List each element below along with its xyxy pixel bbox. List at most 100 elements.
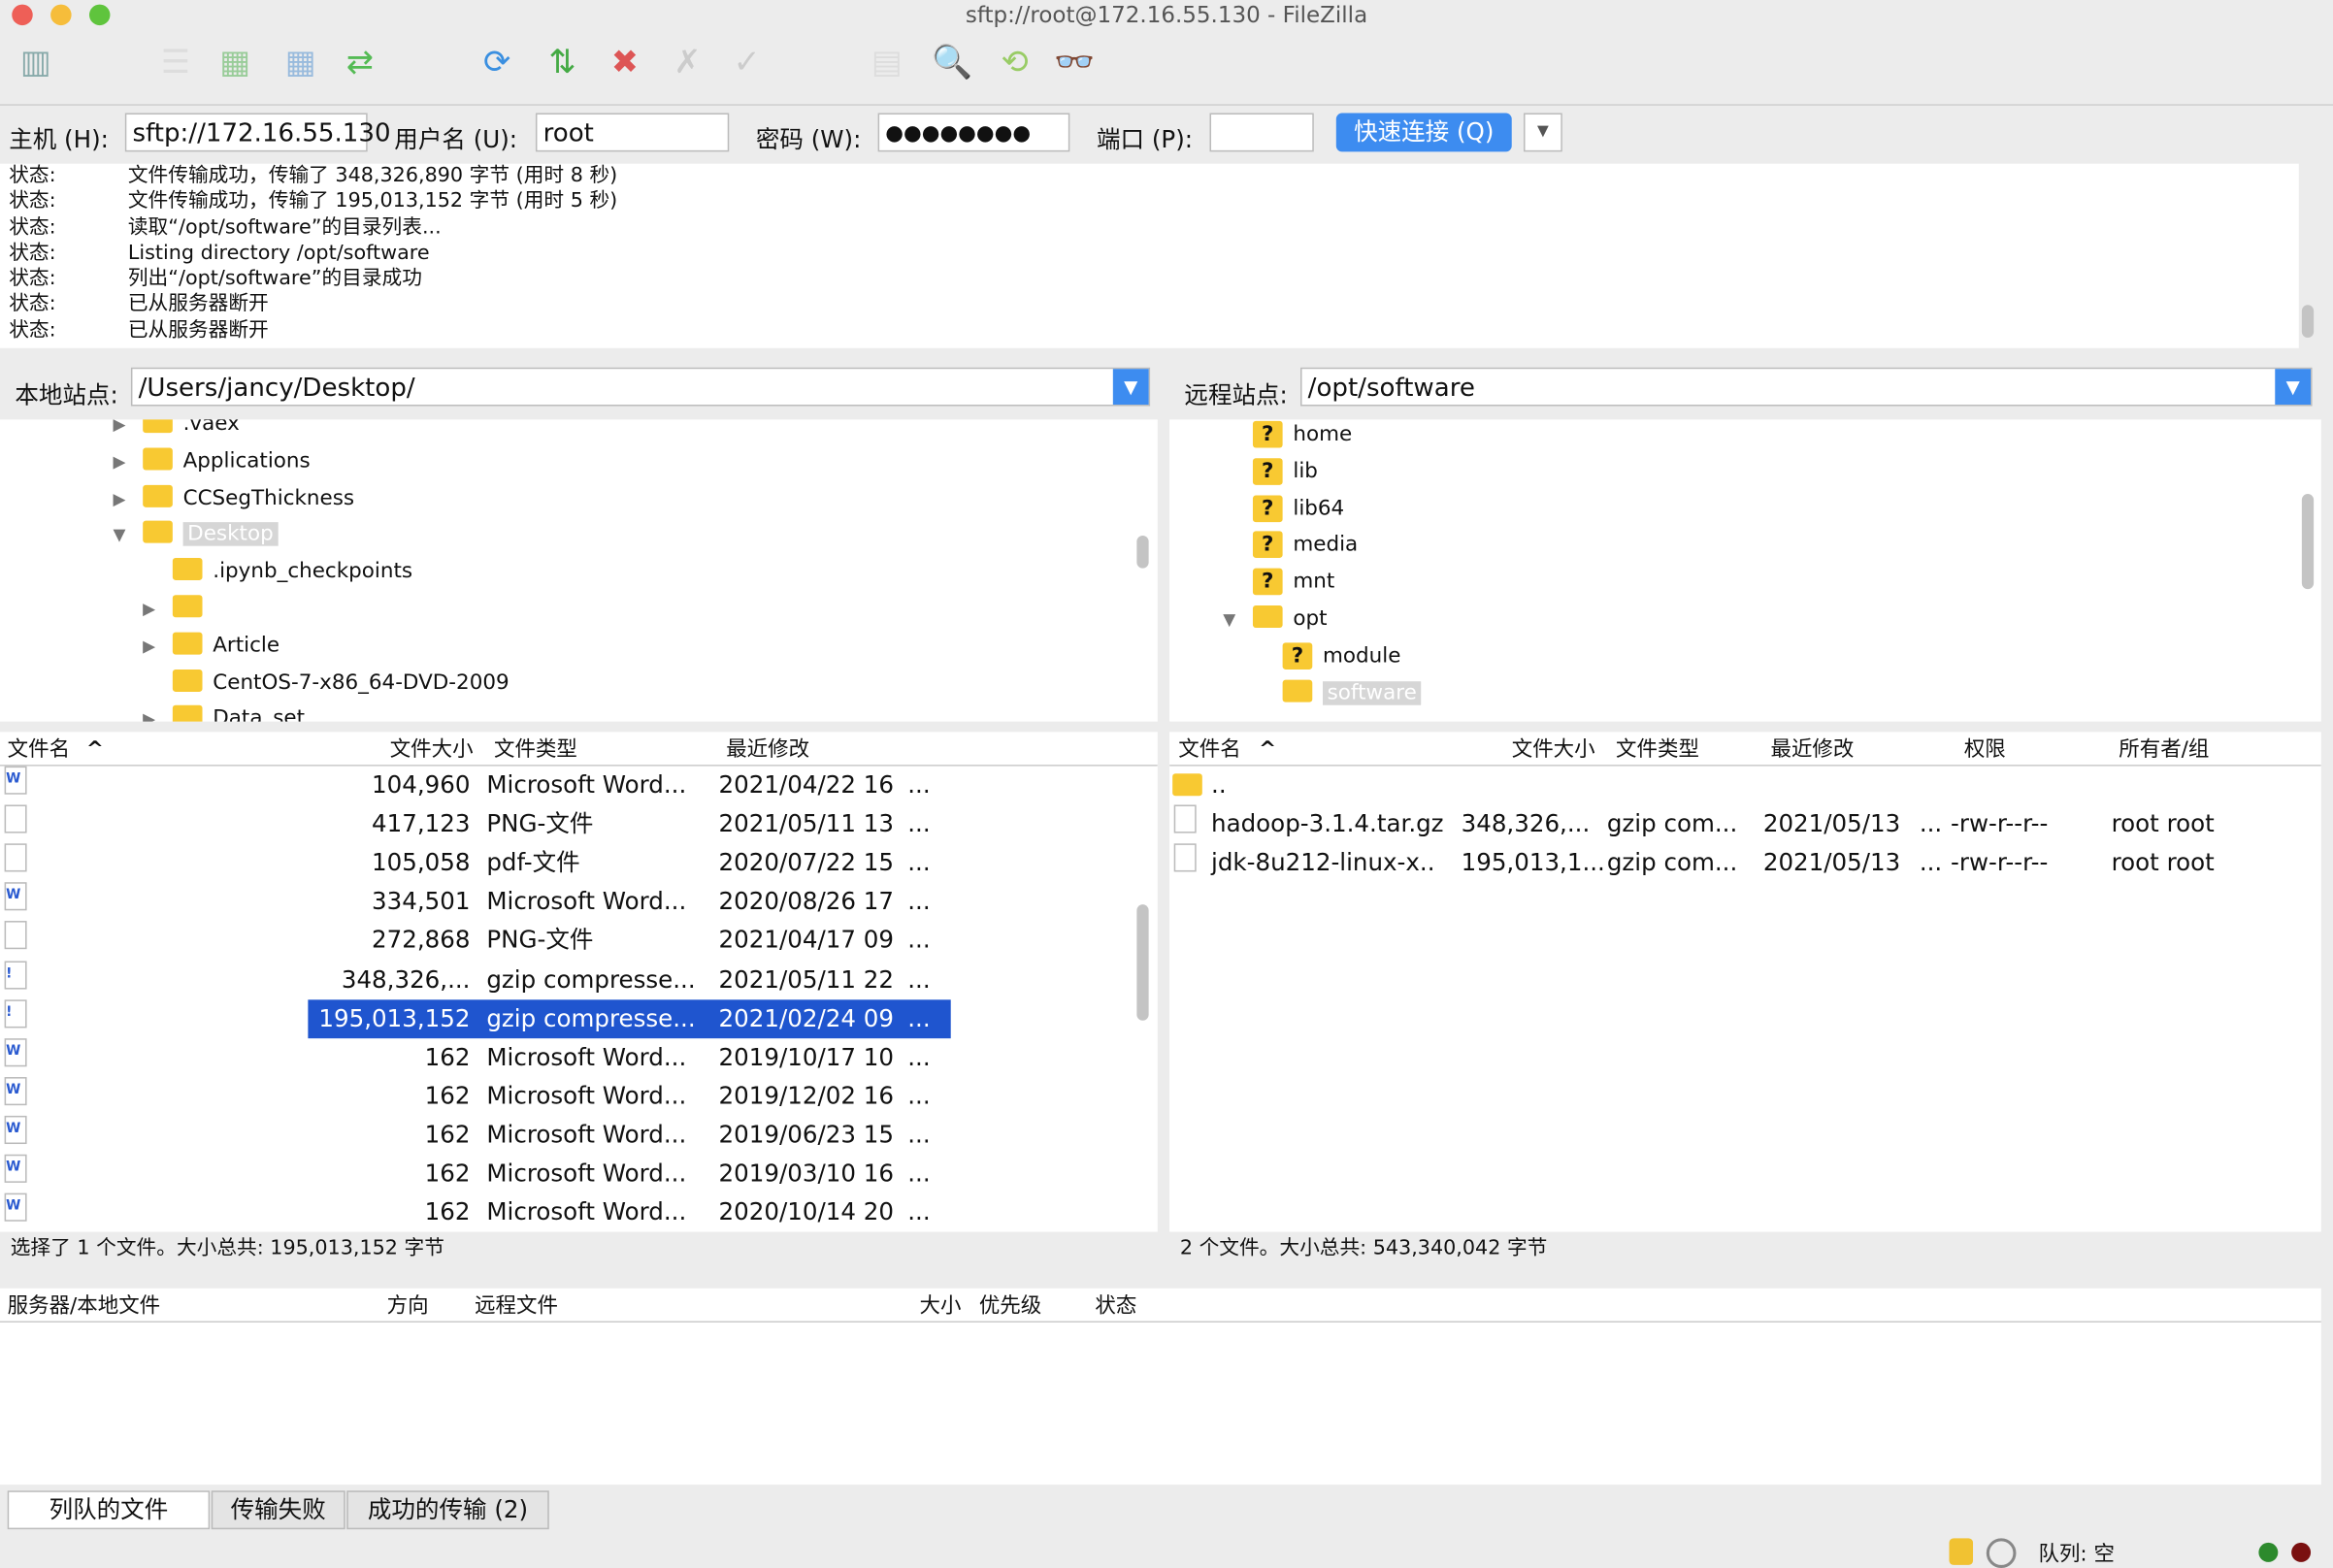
column-header-5[interactable]: 所有者/组	[2119, 732, 2209, 768]
tree-node[interactable]: ? module	[1253, 637, 1400, 673]
expand-arrow-icon[interactable]: ▶	[114, 419, 144, 443]
site-manager-icon[interactable]: ▥	[12, 39, 59, 86]
tree-node[interactable]: ? media	[1223, 527, 1358, 563]
maximize-window-button[interactable]	[88, 4, 111, 26]
tree-node[interactable]: ▶ Data_set	[143, 702, 305, 722]
tree-node[interactable]: ▼ Desktop	[114, 517, 279, 553]
disconnect-icon[interactable]: ✗	[664, 39, 711, 86]
table-row[interactable]: ..	[1169, 767, 2321, 805]
tree-node[interactable]: ? lib	[1223, 453, 1318, 489]
queue-column-3[interactable]: 大小	[920, 1289, 962, 1324]
tab-0[interactable]: 列队的文件	[7, 1490, 211, 1530]
user-input[interactable]: root	[535, 113, 730, 152]
remote-path-combo[interactable]: /opt/software ▼	[1300, 367, 2313, 407]
queue-column-2[interactable]: 远程文件	[475, 1289, 558, 1324]
tree-node[interactable]: ? home	[1223, 419, 1352, 452]
table-row[interactable]: 272,868 PNG-文件 2021/04/17 09...	[0, 921, 1158, 961]
speed-limit-icon[interactable]	[1986, 1538, 2017, 1568]
cancel-icon[interactable]: ✖	[601, 39, 648, 86]
tree-node[interactable]: ? mnt	[1223, 564, 1334, 600]
tree-node[interactable]: ▶	[143, 591, 213, 627]
folder-icon	[172, 595, 203, 618]
column-header-0[interactable]: 文件名	[8, 732, 70, 768]
quickconnect-history-dropdown[interactable]: ▼	[1523, 113, 1562, 152]
local-tree-icon[interactable]: ▦	[212, 39, 259, 86]
transfer-queue-icon[interactable]: ⇄	[337, 39, 384, 86]
file-icon	[4, 804, 27, 833]
table-row[interactable]: W 334,501 Microsoft Word... 2020/08/26 17..…	[0, 882, 1158, 922]
tab-1[interactable]: 传输失败	[211, 1490, 345, 1530]
table-row[interactable]: W 162 Microsoft Word... 2019/10/17 10...	[0, 1037, 1158, 1077]
expand-arrow-icon[interactable]: ▶	[114, 444, 144, 480]
tree-node[interactable]: software	[1253, 674, 1422, 710]
table-row[interactable]: ! 195,013,152 gzip compresse... 2021/02/24 …	[0, 998, 1158, 1038]
tree-node[interactable]: .ipynb_checkpoints	[143, 554, 412, 590]
table-row[interactable]: jdk-8u212-linux-x.. 195,013,1... gzip com.…	[1169, 843, 2321, 883]
expand-arrow-icon[interactable]: ▼	[1223, 603, 1253, 638]
log-message: 文件传输成功，传输了 195,013,152 字节 (用时 5 秒)	[127, 189, 618, 213]
column-header-3[interactable]: 最近修改	[1771, 732, 1855, 768]
process-queue-icon[interactable]: ⇅	[539, 39, 586, 86]
expand-arrow-icon[interactable]: ▶	[114, 481, 144, 517]
local-list-scrollbar[interactable]	[1136, 904, 1149, 1021]
quickconnect-button[interactable]: 快速连接 (Q)	[1335, 113, 1512, 152]
reconnect-icon[interactable]: ✓	[723, 39, 771, 86]
column-header-1[interactable]: 文件大小	[1512, 732, 1595, 768]
chevron-down-icon[interactable]: ▼	[1112, 369, 1149, 406]
refresh-icon[interactable]: ⟳	[474, 39, 521, 86]
column-header-1[interactable]: 文件大小	[390, 732, 474, 768]
file-size: 162	[424, 1120, 471, 1149]
file-date-more: ...	[907, 964, 931, 994]
local-path-combo[interactable]: /Users/jancy/Desktop/ ▼	[130, 367, 1151, 407]
sync-browse-icon[interactable]: ⟲	[991, 39, 1038, 86]
expand-arrow-icon[interactable]: ▶	[143, 629, 173, 665]
tree-node[interactable]: ▶ Applications	[114, 443, 311, 479]
column-header-2[interactable]: 文件类型	[494, 732, 577, 768]
table-row[interactable]: hadoop-3.1.4.tar.gz 348,326,... gzip com..…	[1169, 804, 2321, 844]
table-row[interactable]: 105,058 pdf-文件 2020/07/22 15...	[0, 843, 1158, 883]
remote-tree-icon[interactable]: ▦	[277, 39, 324, 86]
expand-arrow-icon[interactable]: ▶	[143, 702, 173, 722]
password-input[interactable]: ●●●●●●●●	[877, 113, 1070, 152]
expand-arrow-icon[interactable]: ▼	[114, 518, 144, 554]
folder-icon	[1252, 605, 1283, 629]
table-row[interactable]: W 162 Microsoft Word... 2019/06/23 15...	[0, 1115, 1158, 1155]
table-row[interactable]: W 162 Microsoft Word... 2019/03/10 16...	[0, 1154, 1158, 1193]
tree-node[interactable]: ▼ opt	[1223, 601, 1328, 638]
minimize-window-button[interactable]	[50, 4, 72, 26]
log-scrollbar[interactable]	[2301, 305, 2315, 339]
column-header-0[interactable]: 文件名	[1178, 732, 1240, 768]
tree-node[interactable]: ▶ Article	[143, 628, 279, 664]
queue-column-0[interactable]: 服务器/本地文件	[8, 1289, 160, 1324]
tab-2[interactable]: 成功的传输 (2)	[346, 1490, 549, 1530]
queue-column-5[interactable]: 状态	[1095, 1289, 1136, 1324]
message-log-icon[interactable]: ☰	[151, 39, 199, 86]
host-input[interactable]: sftp://172.16.55.130	[124, 113, 391, 152]
table-row[interactable]: W 162 Microsoft Word... 2020/10/14 20...	[0, 1192, 1158, 1232]
table-row[interactable]: ! 348,326,... gzip compresse... 2021/05/11 …	[0, 960, 1158, 999]
column-header-4[interactable]: 权限	[1964, 732, 2006, 768]
compare-icon[interactable]: 🔍	[929, 39, 976, 86]
column-header-2[interactable]: 文件类型	[1616, 732, 1699, 768]
tree-node[interactable]: ▶ .vaex	[114, 419, 240, 441]
close-window-button[interactable]	[12, 4, 33, 26]
queue-column-1[interactable]: 方向	[387, 1289, 429, 1324]
local-tree-scrollbar[interactable]	[1136, 535, 1149, 569]
file-date: 2021/05/13	[1762, 809, 1901, 838]
chevron-down-icon[interactable]: ▼	[2275, 369, 2312, 406]
filter-icon[interactable]: ▤	[863, 39, 910, 86]
expand-arrow-icon[interactable]: ▶	[143, 592, 173, 628]
table-row[interactable]: W 104,960 Microsoft Word... 2021/04/22 16..…	[0, 766, 1158, 805]
table-row[interactable]: W 162 Microsoft Word... 2019/12/02 16...	[0, 1076, 1158, 1116]
queue-column-4[interactable]: 优先级	[979, 1289, 1041, 1324]
column-header-3[interactable]: 最近修改	[726, 732, 809, 768]
search-icon[interactable]: 👓	[1050, 39, 1098, 86]
tree-node[interactable]: CentOS-7-x86_64-DVD-2009	[143, 665, 509, 701]
log-key: 状态:	[9, 214, 56, 240]
tree-node[interactable]: ? lib64	[1223, 490, 1344, 526]
remote-tree-scrollbar[interactable]	[2301, 494, 2315, 590]
table-row[interactable]: 417,123 PNG-文件 2021/05/11 13...	[0, 804, 1158, 844]
tree-node[interactable]: ▶ CCSegThickness	[114, 480, 355, 516]
queue-header: 服务器/本地文件 方向 远程文件 大小 优先级 状态	[0, 1289, 2321, 1323]
port-input[interactable]	[1209, 113, 1314, 152]
